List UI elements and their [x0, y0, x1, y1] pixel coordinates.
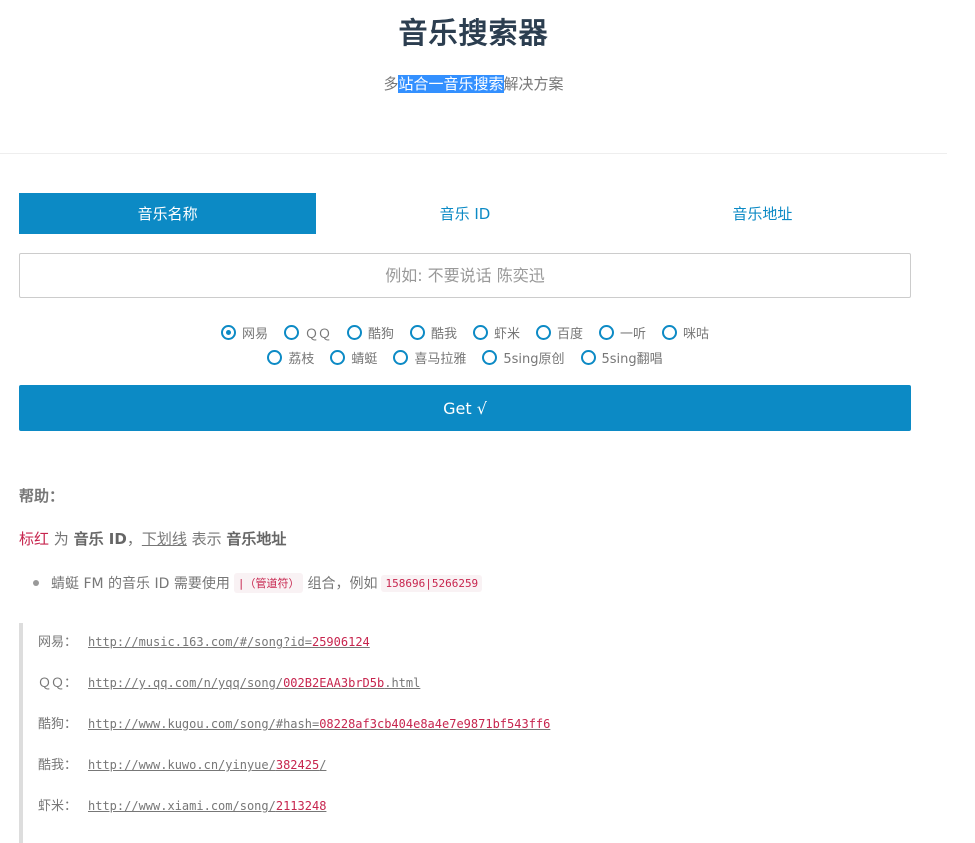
bullet-text: 蜻蜓 FM 的音乐 ID 需要使用	[51, 576, 230, 592]
radio-unchecked-icon	[599, 325, 615, 340]
bullet-dot-icon	[33, 580, 39, 586]
radio-kugou[interactable]: 酷狗	[346, 323, 394, 342]
source-selector: 网易 ＱＱ 酷狗 酷我 虾米 百度 一听 咪咕 荔枝 蜻蜓 喜马拉雅 5sing…	[19, 320, 911, 370]
radio-unchecked-icon	[346, 325, 362, 340]
example-suffix: .html	[384, 676, 421, 690]
example-link[interactable]: http://music.163.com/#/song?id=25906124	[88, 635, 370, 649]
example-netease: 网易： http://music.163.com/#/song?id=259061…	[38, 631, 370, 650]
example-link[interactable]: http://www.kugou.com/song/#hash=08228af3…	[88, 717, 550, 731]
radio-kuwo[interactable]: 酷我	[409, 323, 457, 342]
radio-unchecked-icon	[330, 350, 346, 365]
radio-label: 咪咕	[683, 327, 710, 342]
tab-music-id[interactable]: 音乐 ID	[316, 193, 613, 234]
example-link[interactable]: http://www.kuwo.cn/yinyue/382425/	[88, 758, 326, 772]
bullet-code-pipe: |（管道符）	[233, 573, 304, 593]
radio-lizhi[interactable]: 荔枝	[267, 348, 314, 367]
example-url: http://y.qq.com/n/yqq/song/	[88, 676, 284, 690]
radio-label: 蜻蜓	[351, 352, 378, 367]
page-title: 音乐搜索器	[398, 16, 549, 50]
help-title: 帮助：	[19, 487, 65, 505]
legend-red-term: 标红	[19, 530, 50, 548]
radio-unchecked-icon	[393, 350, 409, 365]
radio-unchecked-icon	[283, 325, 299, 340]
legend-text: ，	[126, 530, 142, 548]
radio-label: 5sing翻唱	[601, 352, 663, 367]
tab-music-url[interactable]: 音乐地址	[614, 193, 911, 234]
legend-bold-url: 音乐地址	[226, 530, 287, 548]
example-id: 002B2EAA3brD5b	[283, 676, 385, 690]
example-label: 酷狗：	[38, 717, 78, 732]
legend-bold-id: 音乐 ID	[73, 530, 127, 548]
radio-migu[interactable]: 咪咕	[662, 323, 709, 342]
legend-text: 表示	[186, 530, 227, 548]
page-subtitle: 多站合一音乐搜索解决方案	[0, 73, 947, 94]
example-url: http://www.kuwo.cn/yinyue/	[88, 758, 276, 772]
radio-ximalaya[interactable]: 喜马拉雅	[393, 348, 466, 367]
legend-text: 为	[49, 530, 74, 548]
example-xiami: 虾米： http://www.xiami.com/song/2113248	[38, 795, 326, 814]
radio-unchecked-icon	[536, 325, 552, 340]
source-row-2: 荔枝 蜻蜓 喜马拉雅 5sing原创 5sing翻唱	[19, 345, 911, 370]
bullet-text: 组合，例如	[307, 576, 378, 592]
radio-label: 荔枝	[288, 352, 315, 367]
search-input[interactable]	[20, 254, 910, 297]
example-label: ＱＱ：	[38, 676, 78, 691]
example-suffix: /	[319, 758, 327, 772]
radio-5sing-original[interactable]: 5sing原创	[482, 348, 565, 367]
radio-label: 酷狗	[367, 327, 394, 342]
radio-baidu[interactable]: 百度	[536, 323, 583, 342]
example-qq: ＱＱ： http://y.qq.com/n/yqq/song/002B2EAA3b…	[38, 672, 420, 691]
example-label: 网易：	[38, 635, 78, 650]
radio-qingting[interactable]: 蜻蜓	[330, 348, 377, 367]
example-link[interactable]: http://www.xiami.com/song/2113248	[88, 799, 326, 813]
radio-qq[interactable]: ＱＱ	[283, 323, 331, 342]
radio-unchecked-icon	[409, 325, 425, 340]
legend-underline-term: 下划线	[141, 530, 187, 548]
subtitle-highlight: 站合一音乐搜索	[398, 75, 504, 93]
example-id: 25906124	[311, 635, 370, 649]
subtitle-post: 解决方案	[503, 75, 564, 93]
radio-1ting[interactable]: 一听	[599, 323, 646, 342]
radio-label: 喜马拉雅	[414, 352, 467, 367]
source-row-1: 网易 ＱＱ 酷狗 酷我 虾米 百度 一听 咪咕	[19, 320, 911, 345]
example-label: 酷我：	[38, 758, 78, 773]
radio-label: 一听	[620, 327, 647, 342]
radio-unchecked-icon	[473, 325, 488, 340]
radio-label: 酷我	[430, 327, 457, 342]
bullet-code-example: 158696|5266259	[381, 574, 483, 592]
page-header: 音乐搜索器 多站合一音乐搜索解决方案	[0, 0, 947, 154]
search-mode-tabs: 音乐名称 音乐 ID 音乐地址	[19, 193, 911, 234]
radio-label: 网易	[241, 327, 268, 342]
radio-label: 虾米	[494, 327, 521, 342]
examples-blockquote: 网易： http://music.163.com/#/song?id=259061…	[19, 623, 923, 843]
radio-label: ＱＱ	[304, 327, 331, 342]
get-button[interactable]: Get √	[19, 385, 911, 431]
radio-unchecked-icon	[482, 350, 498, 365]
radio-xiami[interactable]: 虾米	[473, 323, 520, 342]
tab-music-name[interactable]: 音乐名称	[19, 193, 317, 234]
radio-label: 百度	[557, 327, 584, 342]
example-id: 382425	[275, 758, 320, 772]
radio-label: 5sing原创	[503, 352, 565, 367]
example-label: 虾米：	[38, 799, 78, 814]
radio-5sing-cover[interactable]: 5sing翻唱	[580, 348, 663, 367]
example-url: http://music.163.com/#/song?id=	[88, 635, 312, 649]
subtitle-pre: 多	[383, 75, 399, 93]
radio-unchecked-icon	[662, 325, 678, 340]
radio-checked-icon	[220, 325, 236, 340]
example-kugou: 酷狗： http://www.kugou.com/song/#hash=08228…	[38, 713, 550, 732]
example-link[interactable]: http://y.qq.com/n/yqq/song/002B2EAA3brD5…	[88, 676, 420, 690]
example-url: http://www.xiami.com/song/	[88, 799, 276, 813]
help-legend: 标红 为 音乐 ID，下划线 表示 音乐地址	[19, 528, 286, 549]
example-kuwo: 酷我： http://www.kuwo.cn/yinyue/382425/	[38, 754, 326, 773]
example-id: 2113248	[275, 799, 327, 813]
search-box	[19, 253, 911, 298]
radio-netease[interactable]: 网易	[220, 323, 268, 342]
radio-unchecked-icon	[580, 350, 596, 365]
example-id: 08228af3cb404e8a4e7e9871bf543ff6	[319, 717, 551, 731]
help-bullet: 蜻蜓 FM 的音乐 ID 需要使用 |（管道符） 组合，例如 158696|52…	[33, 573, 486, 593]
radio-unchecked-icon	[267, 350, 283, 365]
example-url: http://www.kugou.com/song/#hash=	[88, 717, 320, 731]
